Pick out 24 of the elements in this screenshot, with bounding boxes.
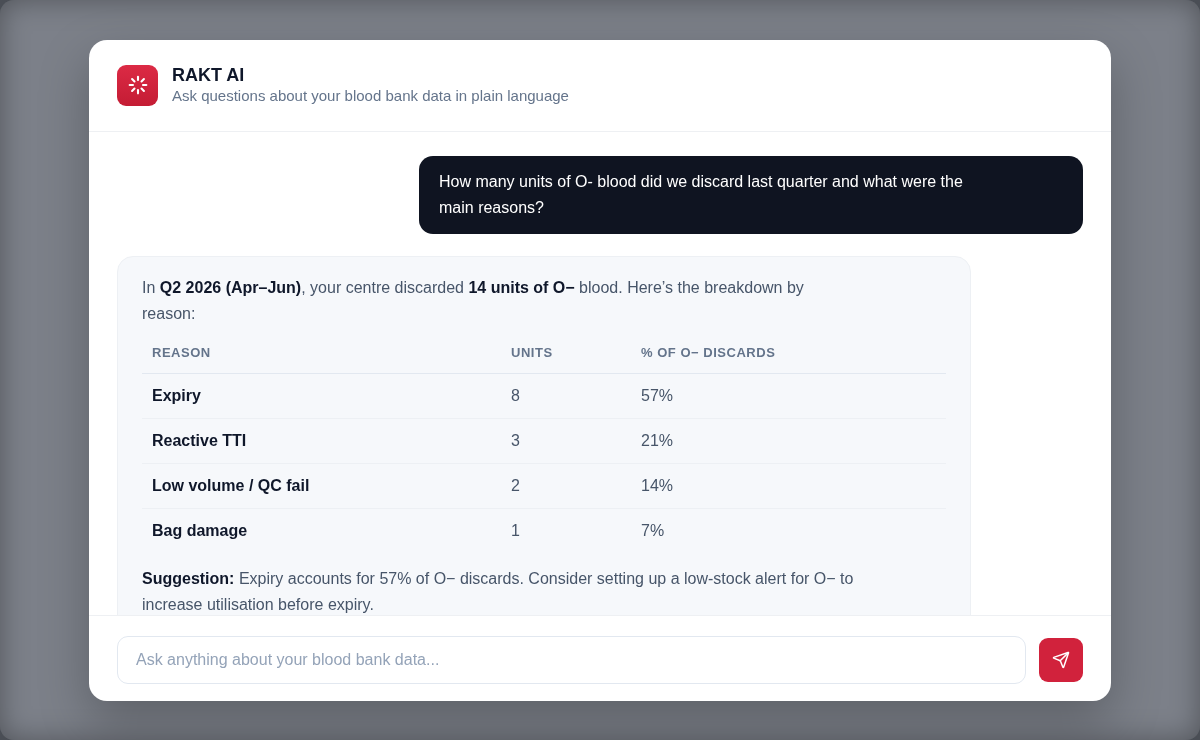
table-cell: Bag damage bbox=[142, 508, 501, 553]
table-cell: 21% bbox=[631, 418, 946, 463]
table-cell: Reactive TTI bbox=[142, 418, 501, 463]
table-cell: 1 bbox=[501, 508, 631, 553]
table-cell: Expiry bbox=[142, 373, 501, 418]
column-header: REASON bbox=[142, 332, 501, 373]
message-text: Suggestion: Expiry accounts for 57% of O− discards. Consider setting up a low-stock alert for O− to increase utilisation before expiry. bbox=[142, 569, 855, 615]
table-cell: 8 bbox=[501, 373, 631, 418]
column-header: UNITS bbox=[501, 332, 631, 373]
message-input[interactable]: Ask anything about your blood bank data... bbox=[117, 636, 1026, 684]
user-message-bubble: How many units of O- blood did we discard last quarter and what were the main reasons? bbox=[419, 156, 1083, 234]
column-header: % OF O− DISCARDS bbox=[631, 332, 946, 373]
table-cell: 14% bbox=[631, 463, 946, 508]
spinner-icon bbox=[117, 64, 158, 106]
app-title: RAKT AI bbox=[172, 64, 246, 86]
table-cell: 57% bbox=[631, 373, 946, 418]
table-cell: 2 bbox=[501, 463, 631, 508]
table-cell: 7% bbox=[631, 508, 946, 553]
message-text: In Q2 2026 (Apr–Jun), your centre discarded 14 units of O− blood. Here’s the breakdown by reason: bbox=[142, 278, 805, 324]
table-cell: 3 bbox=[501, 418, 631, 463]
send-icon bbox=[1052, 651, 1070, 669]
table-cell: Low volume / QC fail bbox=[142, 463, 501, 508]
send-button[interactable] bbox=[1039, 638, 1083, 682]
app-subtitle: Ask questions about your blood bank data in plain language bbox=[172, 86, 569, 106]
